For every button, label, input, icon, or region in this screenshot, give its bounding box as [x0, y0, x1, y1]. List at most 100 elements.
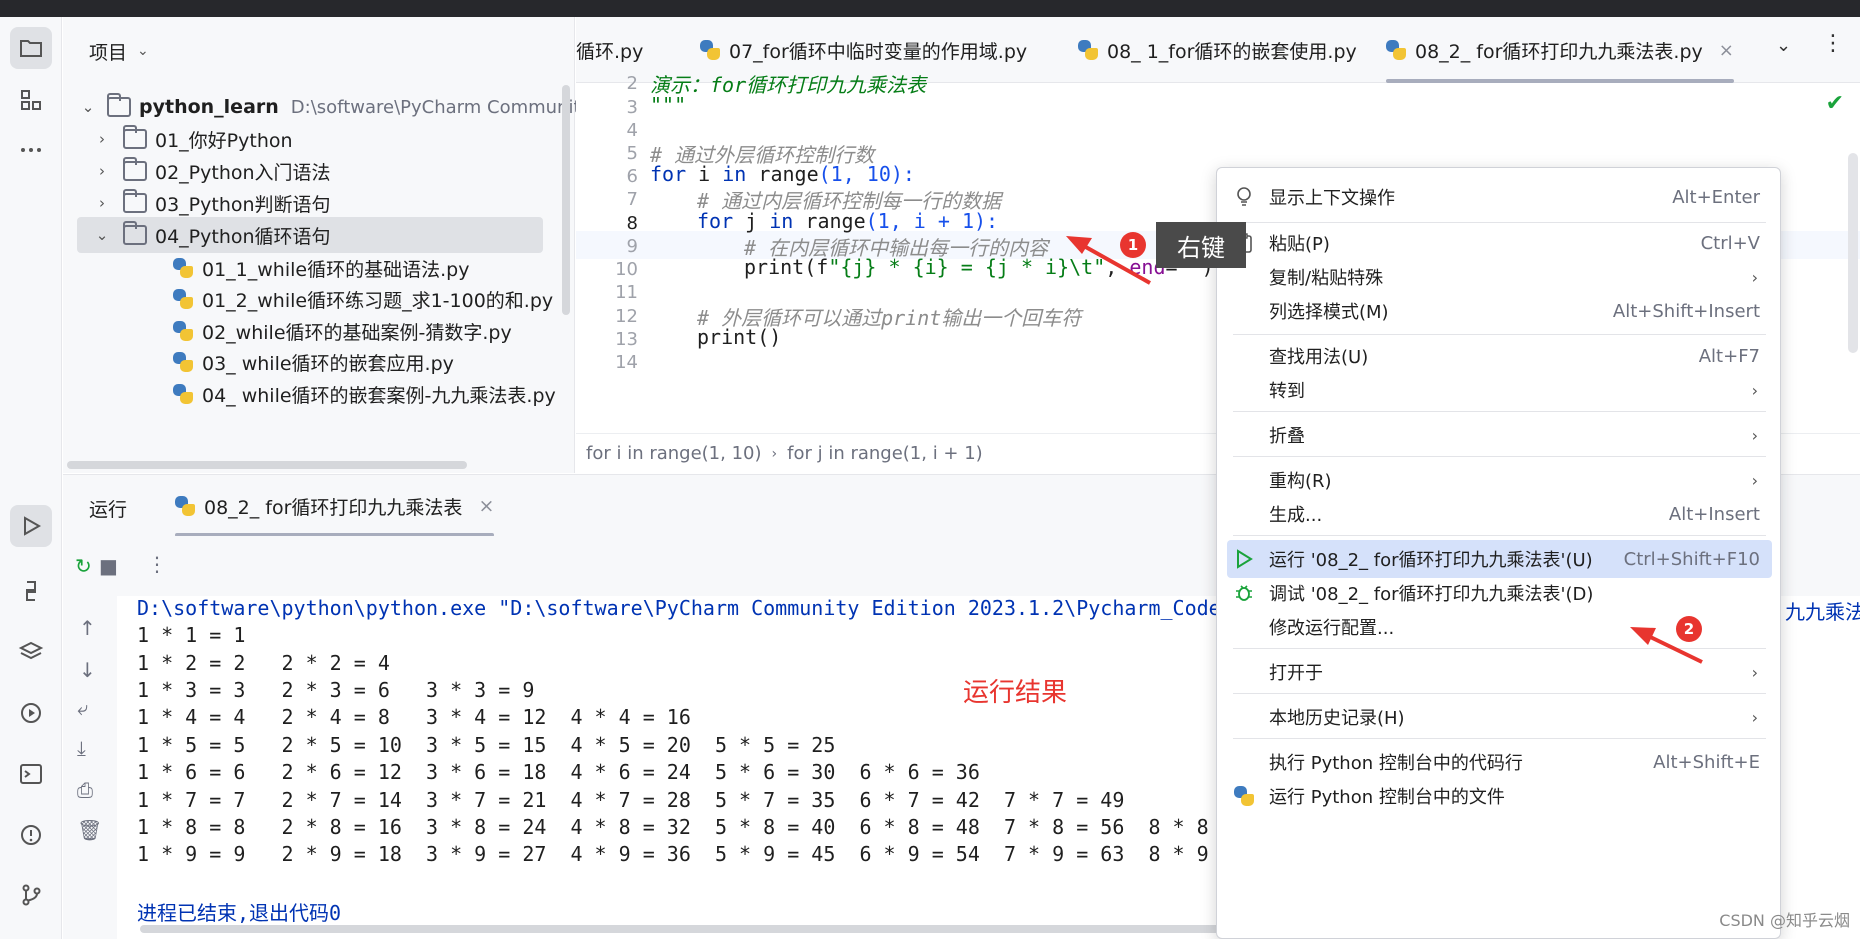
menu-item-label: 复制/粘贴特殊 [1269, 268, 1384, 289]
line-number: 7 [626, 189, 638, 210]
chevron-right-icon[interactable]: › [91, 194, 113, 212]
menu-item-label: 列选择模式(M) [1269, 302, 1389, 323]
menu-item-go-to[interactable]: 转到 › [1227, 371, 1772, 409]
structure-icon[interactable] [10, 79, 52, 121]
close-icon[interactable]: × [1719, 40, 1734, 61]
problems-icon[interactable] [10, 814, 52, 856]
console-command-line: D:\software\python\python.exe "D:\softwa… [137, 596, 1221, 620]
tree-folder-item[interactable]: › 03_Python判断语句 [91, 185, 331, 221]
menu-item-paste[interactable]: 粘贴(P) Ctrl+V [1227, 224, 1772, 262]
python-file-icon [175, 496, 195, 516]
console-output-line: 1 * 8 = 8 2 * 8 = 16 3 * 8 = 24 4 * 8 = … [137, 815, 1209, 839]
project-vertical-scrollbar[interactable] [562, 85, 570, 315]
trash-icon[interactable]: 🗑 [77, 818, 102, 842]
run-config-tab[interactable]: 08_2_ for循环打印九九乘法表 × [175, 475, 495, 537]
tree-folder-item[interactable]: › 02_Python入门语法 [91, 153, 331, 189]
stop-icon[interactable]: ■ [99, 554, 118, 578]
chevron-down-icon[interactable]: ⌄ [77, 98, 99, 116]
menu-item-shortcut: Alt+F7 [1698, 345, 1760, 367]
breadcrumb-item[interactable]: for j in range(1, i + 1) [787, 443, 983, 464]
menu-item-refactor[interactable]: 重构(R) › [1227, 461, 1772, 499]
code-keyword: for [697, 209, 734, 233]
chevron-down-icon[interactable]: ⌄ [137, 43, 149, 59]
menu-item-folding[interactable]: 折叠 › [1227, 416, 1772, 454]
editor-tab[interactable]: 08_ 1_for循环的嵌套使用.py [1078, 17, 1357, 83]
console-horizontal-scrollbar[interactable] [140, 925, 1250, 933]
more-tools-icon[interactable] [10, 129, 52, 171]
line-number: 10 [615, 259, 638, 280]
more-vertical-icon[interactable]: ⋮ [1822, 31, 1844, 56]
project-panel: 项目 ⌄ ⌄ python_learn D:\software\PyCharm … [63, 17, 591, 473]
arrow-down-icon[interactable]: ↓ [79, 658, 96, 682]
more-vertical-icon[interactable]: ⋮ [147, 552, 167, 576]
services-icon[interactable] [10, 692, 52, 734]
menu-item-run-file[interactable]: 运行 '08_2_ for循环打印九九乘法表'(U) Ctrl+Shift+F1… [1227, 540, 1772, 578]
menu-item-find-usages[interactable]: 查找用法(U) Alt+F7 [1227, 337, 1772, 375]
code-args: (1, 10): [818, 162, 915, 186]
line-number: 14 [615, 352, 638, 373]
menu-item-execute-line-in-console[interactable]: 执行 Python 控制台中的代码行 Alt+Shift+E [1227, 743, 1772, 781]
folder-icon [123, 221, 147, 245]
tree-file-item[interactable]: 04_ while循环的嵌套案例-九九乘法表.py [173, 376, 556, 412]
menu-item-copy-paste-special[interactable]: 复制/粘贴特殊 › [1227, 258, 1772, 296]
menu-item-generate[interactable]: 生成... Alt+Insert [1227, 495, 1772, 533]
editor-vertical-scrollbar[interactable] [1848, 153, 1858, 353]
file-label: 04_ while循环的嵌套案例-九九乘法表.py [202, 384, 556, 407]
python-console-icon[interactable] [10, 570, 52, 612]
watermark: CSDN @知乎云烟 [1719, 911, 1850, 930]
code-fstring: "{j} * {i} = {j * i}\t" [828, 255, 1106, 279]
tree-folder-item[interactable]: › 01_你好Python [91, 121, 293, 157]
tree-file-item[interactable]: 03_ while循环的嵌套应用.py [173, 344, 454, 380]
python-packages-icon[interactable] [10, 631, 52, 673]
inspection-ok-check-icon[interactable]: ✔ [1826, 91, 1844, 116]
run-tool-icon[interactable] [10, 505, 52, 547]
chevron-down-icon[interactable]: ⌄ [91, 226, 113, 244]
chevron-right-icon[interactable]: › [91, 162, 113, 180]
menu-item-open-in[interactable]: 打开于 › [1227, 653, 1772, 691]
project-folder-icon[interactable] [10, 27, 52, 69]
close-icon[interactable]: × [478, 495, 494, 517]
chevron-right-icon: › [1751, 470, 1758, 490]
code-func: range [758, 162, 819, 186]
menu-item-debug-file[interactable]: 调试 '08_2_ for循环打印九九乘法表'(D) [1227, 574, 1772, 612]
editor-tab-active[interactable]: 08_2_ for循环打印九九乘法表.py × [1386, 17, 1734, 83]
chevron-right-icon: › [1751, 662, 1758, 682]
console-output-line: 1 * 7 = 7 2 * 7 = 14 3 * 7 = 21 4 * 7 = … [137, 788, 1125, 812]
breadcrumb-item[interactable]: for i in range(1, 10) [586, 443, 762, 464]
root-folder-path: D:\software\PyCharm Community [290, 96, 592, 118]
tree-root-python-learn[interactable]: ⌄ python_learn D:\software\PyCharm Commu… [77, 89, 591, 125]
menu-item-label: 显示上下文操作 [1269, 188, 1395, 209]
python-file-icon [173, 384, 193, 404]
menu-separator [1233, 693, 1766, 694]
rerun-icon[interactable]: ↻ [75, 554, 92, 578]
menu-item-column-selection[interactable]: 列选择模式(M) Alt+Shift+Insert [1227, 292, 1772, 330]
code-keyword: in [769, 209, 794, 233]
folder-icon [107, 93, 131, 117]
menu-item-shortcut: Alt+Shift+Insert [1612, 300, 1760, 322]
print-icon[interactable]: ⎙ [77, 778, 93, 802]
terminal-icon[interactable] [10, 753, 52, 795]
soft-wrap-icon[interactable]: ⤶ [77, 696, 88, 720]
menu-item-label: 粘贴(P) [1269, 234, 1330, 255]
menu-item-run-file-in-console[interactable]: 运行 Python 控制台中的文件 [1227, 777, 1772, 815]
tabs-dropdown-chevron-icon[interactable]: ⌄ [1776, 35, 1791, 56]
file-label: 01_2_while循环练习题_求1-100的和.py [202, 289, 554, 312]
project-panel-header[interactable]: 项目 ⌄ [63, 17, 574, 85]
scroll-to-end-icon[interactable]: ⤓ [77, 736, 86, 760]
arrow-up-icon[interactable]: ↑ [79, 616, 96, 640]
console-output-line: 1 * 5 = 5 2 * 5 = 10 3 * 5 = 15 4 * 5 = … [137, 733, 836, 757]
project-panel-title: 项目 [89, 41, 128, 64]
project-horizontal-scrollbar[interactable] [67, 461, 467, 469]
chevron-right-icon[interactable]: › [91, 130, 113, 148]
line-number: 3 [626, 97, 638, 118]
python-file-icon [173, 258, 193, 278]
chevron-right-icon: › [1751, 380, 1758, 400]
menu-item-show-context-actions[interactable]: 显示上下文操作 Alt+Enter [1227, 178, 1772, 216]
bulb-icon [1227, 186, 1261, 208]
menu-item-label: 重构(R) [1269, 471, 1332, 492]
code-print-empty: print() [697, 325, 782, 349]
tree-folder-item-selected[interactable]: ⌄ 04_Python循环语句 [77, 217, 543, 253]
git-icon[interactable] [10, 874, 52, 916]
menu-item-local-history[interactable]: 本地历史记录(H) › [1227, 698, 1772, 736]
tree-file-item[interactable]: 01_2_while循环练习题_求1-100的和.py [173, 281, 553, 317]
